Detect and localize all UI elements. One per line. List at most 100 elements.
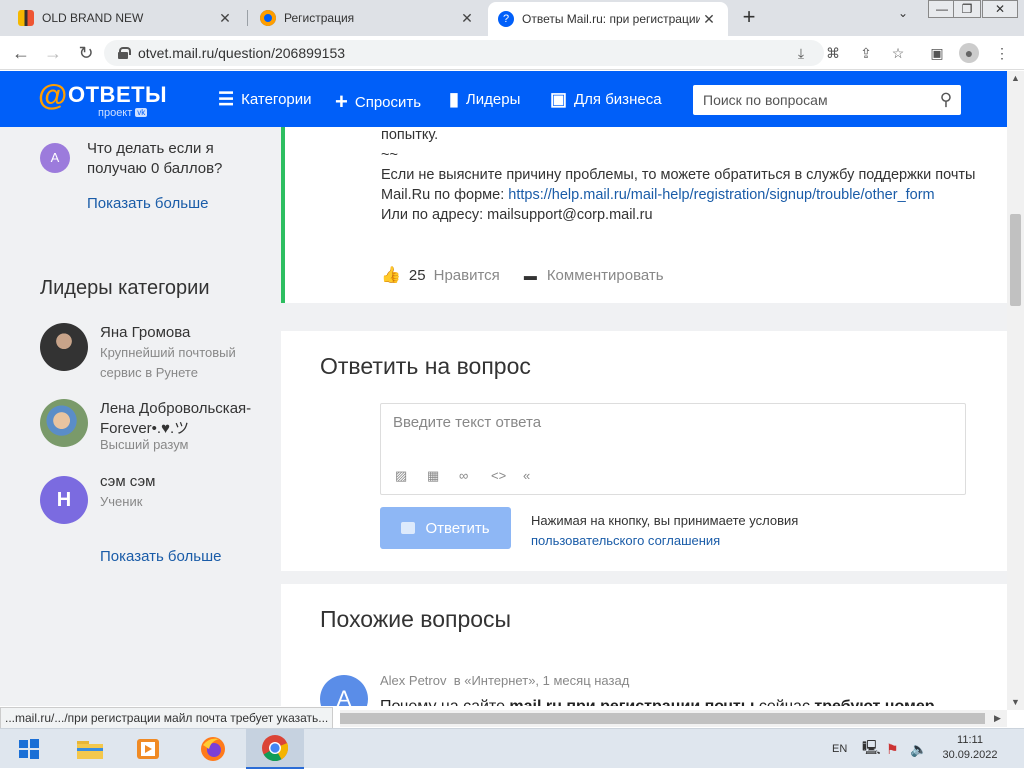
- media-player-button[interactable]: [119, 729, 177, 769]
- search-icon[interactable]: ⚲: [931, 90, 961, 110]
- answer-body: попытку. ~~ Если не выясните причину про…: [381, 127, 976, 223]
- like-button[interactable]: Нравится: [434, 267, 500, 284]
- horizontal-scroll-thumb[interactable]: [340, 713, 985, 724]
- install-app-icon[interactable]: ⤓: [791, 43, 811, 63]
- avatar: Н: [40, 476, 88, 524]
- tab-search-chevron-icon[interactable]: ⌄: [898, 6, 908, 20]
- terms-notice: Нажимая на кнопку, вы принимаете условия…: [531, 511, 798, 551]
- nav-business[interactable]: ▣ Для бизнеса: [550, 89, 662, 110]
- quote-icon[interactable]: «: [523, 468, 555, 484]
- leader-status: Ученик: [100, 494, 143, 509]
- system-clock[interactable]: 11:11 30.09.2022: [930, 733, 1010, 763]
- security-warning-icon[interactable]: ⚑: [886, 729, 899, 769]
- tab-otvety-active[interactable]: ? Ответы Mail.ru: при регистрации ✕: [488, 2, 728, 36]
- yandex-video-favicon-icon: [18, 10, 34, 26]
- share-icon[interactable]: ⇪: [856, 43, 876, 63]
- new-tab-button[interactable]: +: [736, 4, 762, 30]
- language-indicator[interactable]: EN: [832, 729, 847, 769]
- author-link[interactable]: Alex Petrov: [380, 673, 446, 688]
- leaders-heading: Лидеры категории: [40, 277, 210, 299]
- side-panel-icon[interactable]: ▣: [927, 43, 947, 63]
- support-form-link[interactable]: https://help.mail.ru/mail-help/registrat…: [508, 187, 934, 203]
- restore-button[interactable]: ❐: [953, 0, 981, 18]
- logo-wordmark: ОТВЕТЫ: [68, 82, 168, 107]
- tab-title: Регистрация: [284, 11, 355, 25]
- tab-close-icon[interactable]: ✕: [216, 10, 234, 27]
- browser-menu-icon[interactable]: ⋮: [992, 43, 1012, 63]
- plus-icon: +: [335, 89, 348, 114]
- submit-answer-button[interactable]: Ответить: [380, 507, 511, 549]
- media-player-icon: [137, 739, 159, 759]
- start-button[interactable]: [0, 729, 58, 769]
- back-arrow-icon[interactable]: ←: [10, 42, 32, 64]
- tab-registration[interactable]: Регистрация ✕: [250, 0, 486, 36]
- mail-ru-favicon-icon: [260, 10, 276, 26]
- nav-categories[interactable]: ☰ Категории: [218, 89, 312, 110]
- left-sidebar: A Что делать если я получаю 0 баллов? По…: [0, 127, 280, 706]
- reply-title: Ответить на вопрос: [320, 353, 531, 379]
- sidebar-question-link[interactable]: Что делать если я получаю 0 баллов?: [87, 139, 267, 179]
- chrome-icon: [262, 735, 289, 762]
- show-more-link[interactable]: Показать больше: [100, 548, 221, 565]
- file-explorer-button[interactable]: [61, 729, 119, 769]
- bookmark-star-icon[interactable]: ☆: [888, 43, 908, 63]
- editor-toolbar: ▨ ▦ ∞ <> «: [395, 468, 555, 484]
- translate-icon[interactable]: ⌘: [823, 43, 843, 63]
- categories-list-icon: ☰: [218, 89, 235, 109]
- logo-at-symbol: @: [38, 79, 68, 112]
- scroll-right-arrow-icon[interactable]: ▶: [994, 713, 1001, 724]
- thumbs-up-icon[interactable]: 👍: [381, 265, 401, 285]
- otvety-logo[interactable]: @ ОТВЕТЫ проект vk: [38, 79, 168, 119]
- show-more-link[interactable]: Показать больше: [87, 195, 208, 212]
- firefox-icon: [201, 737, 225, 761]
- link-icon[interactable]: ∞: [459, 468, 491, 484]
- lock-icon: [118, 47, 131, 59]
- search-input[interactable]: [703, 92, 931, 108]
- volume-icon[interactable]: 🔈: [910, 729, 927, 769]
- leader-name: Яна Громова: [100, 324, 191, 341]
- profile-avatar-icon[interactable]: ●: [959, 43, 979, 63]
- tab-close-icon[interactable]: ✕: [700, 11, 718, 28]
- answer-textarea[interactable]: [393, 414, 953, 454]
- video-icon[interactable]: ▦: [427, 468, 459, 484]
- scroll-down-arrow-icon[interactable]: ▼: [1011, 697, 1020, 707]
- browser-tab-strip: OLD BRAND NEW ✕ Регистрация ✕ ? Ответы M…: [0, 0, 1024, 36]
- scroll-up-arrow-icon[interactable]: ▲: [1011, 73, 1020, 83]
- vertical-scrollbar[interactable]: ▲ ▼: [1007, 71, 1024, 710]
- firefox-button[interactable]: [184, 729, 242, 769]
- image-icon[interactable]: ▨: [395, 468, 427, 484]
- nav-leaders[interactable]: ▮ Лидеры: [449, 89, 520, 110]
- tab-title: OLD BRAND NEW: [42, 11, 144, 25]
- otvety-favicon-icon: ?: [498, 11, 514, 27]
- tab-old-brand-new[interactable]: OLD BRAND NEW ✕: [8, 0, 244, 36]
- forward-arrow-icon[interactable]: →: [42, 42, 64, 64]
- clock-time: 11:11: [957, 734, 983, 746]
- tab-close-icon[interactable]: ✕: [458, 10, 476, 27]
- chrome-button[interactable]: [246, 729, 304, 769]
- clock-date: 30.09.2022: [942, 749, 998, 761]
- url-field[interactable]: otvet.mail.ru/question/206899153: [104, 40, 824, 66]
- tab-title: Ответы Mail.ru: при регистрации: [522, 12, 700, 26]
- user-agreement-link[interactable]: пользовательского соглашения: [531, 531, 798, 551]
- question-search: ⚲: [693, 85, 961, 115]
- horizontal-scrollbar[interactable]: ▶: [340, 710, 1007, 727]
- nav-ask[interactable]: + Спросить: [335, 89, 421, 115]
- best-answer-card: попытку. ~~ Если не выясните причину про…: [281, 127, 1007, 303]
- network-icon[interactable]: 🖳: [862, 729, 881, 769]
- page-content: A Что делать если я получаю 0 баллов? По…: [0, 127, 1007, 706]
- close-window-button[interactable]: ✕: [982, 0, 1018, 18]
- link-status-popup: ...mail.ru/.../при регистрации майл почт…: [0, 707, 334, 729]
- logo-subtitle: проект vk: [98, 107, 148, 119]
- tab-separator: [247, 10, 248, 26]
- briefcase-icon: ▣: [550, 89, 568, 109]
- folder-icon: [77, 741, 103, 759]
- code-icon[interactable]: <>: [491, 468, 523, 484]
- similar-question-link[interactable]: Почему на сайте mail.ru при регистрации …: [380, 698, 935, 706]
- comment-button[interactable]: Комментировать: [547, 267, 664, 284]
- similar-title: Похожие вопросы: [320, 606, 512, 632]
- vertical-scroll-thumb[interactable]: [1010, 214, 1021, 306]
- minimize-button[interactable]: —: [928, 0, 956, 18]
- similar-questions-card: Похожие вопросы A Alex Petrov в «Интерне…: [281, 584, 1007, 706]
- reload-icon[interactable]: ↻: [75, 42, 97, 64]
- address-bar-row: ← → ↻ otvet.mail.ru/question/206899153 ⤓…: [0, 36, 1024, 70]
